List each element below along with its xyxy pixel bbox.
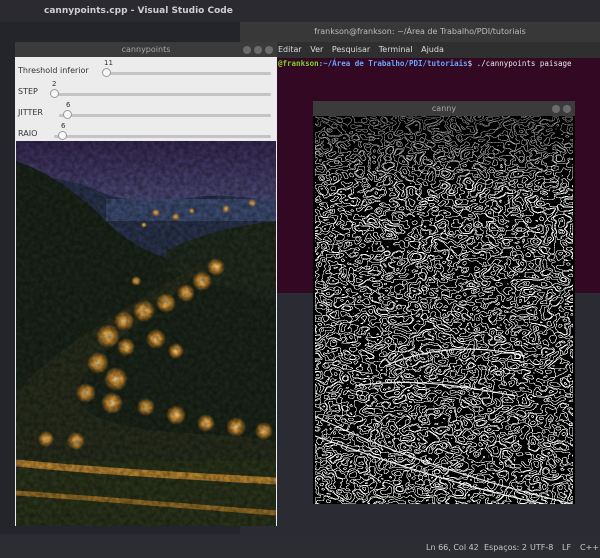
- vscode-statusbar: Ln 66, Col 42 Espaços: 2 UTF-8 LF C++: [0, 537, 600, 558]
- menu-ver[interactable]: Ver: [310, 45, 323, 54]
- close-button[interactable]: [563, 105, 571, 113]
- trackbar-step[interactable]: STEP 2: [15, 80, 277, 104]
- close-button[interactable]: [265, 46, 273, 54]
- canny-window[interactable]: canny: [313, 101, 575, 504]
- minimize-button[interactable]: [552, 105, 560, 113]
- cannypoints-titlebar[interactable]: cannypoints: [15, 42, 277, 57]
- status-encoding[interactable]: UTF-8: [530, 537, 553, 558]
- trackbar-jitter[interactable]: JITTER 6: [15, 101, 277, 125]
- vscode-titlebar: cannypoints.cpp - Visual Studio Code: [0, 0, 600, 22]
- prompt-command: $ ./cannypoints paisage: [467, 59, 572, 68]
- menu-pesquisar[interactable]: Pesquisar: [332, 45, 370, 54]
- trackbar-handle[interactable]: [63, 110, 72, 119]
- menu-terminal[interactable]: Terminal: [379, 45, 413, 54]
- desktop: cannypoints.cpp - Visual Studio Code Ln …: [0, 0, 600, 558]
- trackbar-track[interactable]: [103, 72, 271, 75]
- trackbar-track[interactable]: [54, 135, 271, 138]
- prompt-user: @frankson: [278, 59, 319, 68]
- trackbar-label: RAIO: [18, 129, 38, 138]
- trackbar-value: 2: [52, 80, 57, 88]
- status-indentation[interactable]: Espaços: 2: [484, 537, 527, 558]
- menu-editar[interactable]: Editar: [278, 45, 302, 54]
- status-language[interactable]: C++: [580, 537, 599, 558]
- trackbar-handle[interactable]: [50, 89, 59, 98]
- terminal-title: frankson@frankson: ~/Área de Trabalho/PD…: [314, 27, 526, 36]
- trackbar-track[interactable]: [51, 93, 271, 96]
- cannypoints-title: cannypoints: [121, 45, 171, 54]
- canny-titlebar[interactable]: canny: [313, 101, 575, 116]
- terminal-titlebar[interactable]: frankson@frankson: ~/Área de Trabalho/PD…: [240, 22, 600, 42]
- vscode-title: cannypoints.cpp - Visual Studio Code: [44, 6, 233, 16]
- prompt-path: :~/Área de Trabalho/PDI/tutoriais: [318, 59, 468, 68]
- menu-ajuda[interactable]: Ajuda: [421, 45, 444, 54]
- trackbar-value: 11: [104, 59, 113, 67]
- trackbar-label: JITTER: [18, 108, 43, 117]
- terminal-prompt-line[interactable]: @frankson:~/Área de Trabalho/PDI/tutoria…: [278, 59, 572, 68]
- minimize-button[interactable]: [243, 46, 251, 54]
- terminal-menubar: Editar Ver Pesquisar Terminal Ajuda: [240, 42, 600, 58]
- pointillism-image: [16, 141, 276, 526]
- status-eol[interactable]: LF: [562, 537, 571, 558]
- trackbar-value: 6: [66, 101, 71, 109]
- trackbar-value: 6: [61, 122, 66, 130]
- status-cursor-position[interactable]: Ln 66, Col 42: [426, 537, 479, 558]
- canny-title: canny: [431, 104, 457, 113]
- canny-edge-image: [315, 116, 573, 504]
- cannypoints-window[interactable]: cannypoints Threshold inferior 11 STEP 2…: [15, 42, 277, 526]
- maximize-button[interactable]: [254, 46, 262, 54]
- trackbar-label: STEP: [18, 87, 38, 96]
- trackbar-handle[interactable]: [102, 68, 111, 77]
- trackbar-handle[interactable]: [58, 131, 67, 140]
- trackbar-track[interactable]: [59, 114, 271, 117]
- trackbar-label: Threshold inferior: [18, 66, 89, 75]
